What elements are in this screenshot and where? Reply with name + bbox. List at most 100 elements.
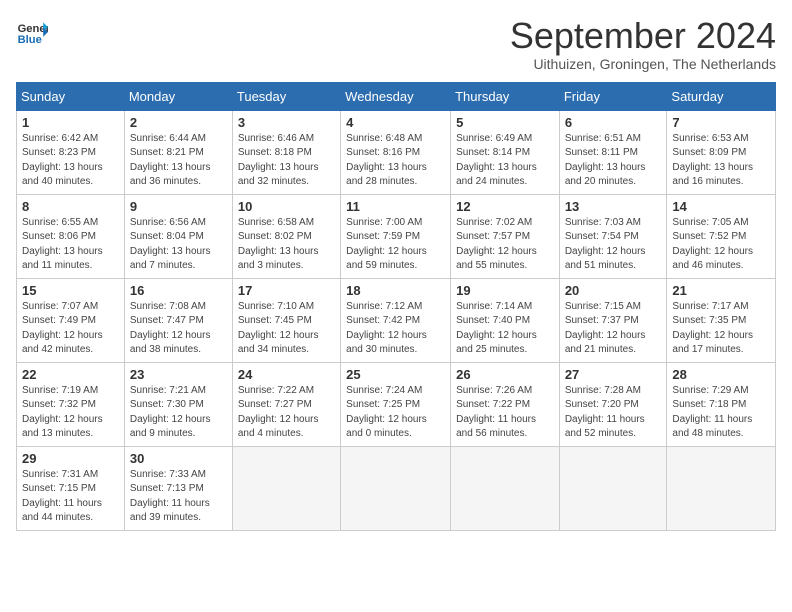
day-detail: Sunrise: 7:07 AMSunset: 7:49 PMDaylight:…: [22, 300, 119, 358]
calendar-cell: 22 Sunrise: 7:19 AMSunset: 7:32 PMDayligh…: [17, 362, 125, 446]
calendar-cell: 4 Sunrise: 6:48 AMSunset: 8:16 PMDaylight…: [341, 110, 451, 194]
column-header-friday: Friday: [559, 82, 667, 110]
day-number: 5: [456, 115, 554, 130]
day-detail: Sunrise: 7:26 AMSunset: 7:22 PMDaylight:…: [456, 384, 554, 442]
calendar-cell: 19Sunrise: 7:14 AMSunset: 7:40 PMDayligh…: [451, 278, 560, 362]
calendar-cell: [559, 446, 667, 530]
column-header-monday: Monday: [124, 82, 232, 110]
day-detail: Sunrise: 6:56 AMSunset: 8:04 PMDaylight:…: [130, 216, 227, 274]
calendar-cell: 5 Sunrise: 6:49 AMSunset: 8:14 PMDaylight…: [451, 110, 560, 194]
day-detail: Sunrise: 7:19 AMSunset: 7:32 PMDaylight:…: [22, 384, 119, 442]
calendar-cell: 11 Sunrise: 7:00 AMSunset: 7:59 PMDayligh…: [341, 194, 451, 278]
week-row-4: 22 Sunrise: 7:19 AMSunset: 7:32 PMDayligh…: [17, 362, 776, 446]
day-number: 29: [22, 451, 119, 466]
header: General Blue September 2024 Uithuizen, G…: [16, 16, 776, 72]
day-number: 12: [456, 199, 554, 214]
day-detail: Sunrise: 7:31 AMSunset: 7:15 PMDaylight:…: [22, 468, 119, 526]
calendar-cell: 8 Sunrise: 6:55 AMSunset: 8:06 PMDaylight…: [17, 194, 125, 278]
calendar-cell: 18 Sunrise: 7:12 AMSunset: 7:42 PMDayligh…: [341, 278, 451, 362]
day-number: 4: [346, 115, 445, 130]
day-detail: Sunrise: 7:21 AMSunset: 7:30 PMDaylight:…: [130, 384, 227, 442]
day-detail: Sunrise: 7:12 AMSunset: 7:42 PMDaylight:…: [346, 300, 445, 358]
calendar-cell: [232, 446, 340, 530]
day-number: 25: [346, 367, 445, 382]
calendar-cell: 30 Sunrise: 7:33 AMSunset: 7:13 PMDayligh…: [124, 446, 232, 530]
day-number: 23: [130, 367, 227, 382]
day-number: 6: [565, 115, 662, 130]
calendar-cell: 3 Sunrise: 6:46 AMSunset: 8:18 PMDaylight…: [232, 110, 340, 194]
calendar-cell: 1 Sunrise: 6:42 AMSunset: 8:23 PMDaylight…: [17, 110, 125, 194]
day-detail: Sunrise: 6:53 AMSunset: 8:09 PMDaylight:…: [672, 132, 770, 190]
calendar-cell: 20Sunrise: 7:15 AMSunset: 7:37 PMDayligh…: [559, 278, 667, 362]
day-detail: Sunrise: 6:51 AMSunset: 8:11 PMDaylight:…: [565, 132, 662, 190]
day-number: 18: [346, 283, 445, 298]
day-detail: Sunrise: 6:46 AMSunset: 8:18 PMDaylight:…: [238, 132, 335, 190]
calendar-cell: 9 Sunrise: 6:56 AMSunset: 8:04 PMDaylight…: [124, 194, 232, 278]
column-header-saturday: Saturday: [667, 82, 776, 110]
day-detail: Sunrise: 7:33 AMSunset: 7:13 PMDaylight:…: [130, 468, 227, 526]
calendar-cell: [451, 446, 560, 530]
day-number: 22: [22, 367, 119, 382]
calendar-cell: 6 Sunrise: 6:51 AMSunset: 8:11 PMDaylight…: [559, 110, 667, 194]
calendar-cell: 27 Sunrise: 7:28 AMSunset: 7:20 PMDayligh…: [559, 362, 667, 446]
day-detail: Sunrise: 7:17 AMSunset: 7:35 PMDaylight:…: [672, 300, 770, 358]
location-subtitle: Uithuizen, Groningen, The Netherlands: [510, 56, 776, 72]
week-row-3: 15 Sunrise: 7:07 AMSunset: 7:49 PMDayligh…: [17, 278, 776, 362]
day-number: 14: [672, 199, 770, 214]
day-number: 7: [672, 115, 770, 130]
week-row-1: 1 Sunrise: 6:42 AMSunset: 8:23 PMDaylight…: [17, 110, 776, 194]
column-header-sunday: Sunday: [17, 82, 125, 110]
column-header-wednesday: Wednesday: [341, 82, 451, 110]
calendar-cell: 14Sunrise: 7:05 AMSunset: 7:52 PMDayligh…: [667, 194, 776, 278]
calendar-cell: 24Sunrise: 7:22 AMSunset: 7:27 PMDayligh…: [232, 362, 340, 446]
week-row-2: 8 Sunrise: 6:55 AMSunset: 8:06 PMDaylight…: [17, 194, 776, 278]
day-detail: Sunrise: 6:58 AMSunset: 8:02 PMDaylight:…: [238, 216, 335, 274]
calendar-cell: 29 Sunrise: 7:31 AMSunset: 7:15 PMDayligh…: [17, 446, 125, 530]
day-number: 8: [22, 199, 119, 214]
day-number: 10: [238, 199, 335, 214]
calendar-cell: [667, 446, 776, 530]
calendar-cell: 25 Sunrise: 7:24 AMSunset: 7:25 PMDayligh…: [341, 362, 451, 446]
day-detail: Sunrise: 7:22 AMSunset: 7:27 PMDaylight:…: [238, 384, 335, 442]
day-detail: Sunrise: 6:55 AMSunset: 8:06 PMDaylight:…: [22, 216, 119, 274]
day-detail: Sunrise: 7:10 AMSunset: 7:45 PMDaylight:…: [238, 300, 335, 358]
day-number: 11: [346, 199, 445, 214]
title-area: September 2024 Uithuizen, Groningen, The…: [510, 16, 776, 72]
day-number: 30: [130, 451, 227, 466]
day-detail: Sunrise: 7:08 AMSunset: 7:47 PMDaylight:…: [130, 300, 227, 358]
day-number: 27: [565, 367, 662, 382]
days-header-row: SundayMondayTuesdayWednesdayThursdayFrid…: [17, 82, 776, 110]
calendar-cell: 2Sunrise: 6:44 AMSunset: 8:21 PMDaylight…: [124, 110, 232, 194]
day-detail: Sunrise: 7:28 AMSunset: 7:20 PMDaylight:…: [565, 384, 662, 442]
calendar-cell: 17 Sunrise: 7:10 AMSunset: 7:45 PMDayligh…: [232, 278, 340, 362]
day-detail: Sunrise: 7:24 AMSunset: 7:25 PMDaylight:…: [346, 384, 445, 442]
day-detail: Sunrise: 7:29 AMSunset: 7:18 PMDaylight:…: [672, 384, 770, 442]
calendar-cell: 23 Sunrise: 7:21 AMSunset: 7:30 PMDayligh…: [124, 362, 232, 446]
calendar-cell: 12 Sunrise: 7:02 AMSunset: 7:57 PMDayligh…: [451, 194, 560, 278]
month-year-title: September 2024: [510, 16, 776, 56]
day-detail: Sunrise: 7:15 AMSunset: 7:37 PMDaylight:…: [565, 300, 662, 358]
calendar-cell: 26Sunrise: 7:26 AMSunset: 7:22 PMDayligh…: [451, 362, 560, 446]
day-detail: Sunrise: 6:48 AMSunset: 8:16 PMDaylight:…: [346, 132, 445, 190]
day-number: 1: [22, 115, 119, 130]
calendar-cell: 15 Sunrise: 7:07 AMSunset: 7:49 PMDayligh…: [17, 278, 125, 362]
calendar-cell: 28Sunrise: 7:29 AMSunset: 7:18 PMDayligh…: [667, 362, 776, 446]
day-number: 17: [238, 283, 335, 298]
day-detail: Sunrise: 7:02 AMSunset: 7:57 PMDaylight:…: [456, 216, 554, 274]
day-detail: Sunrise: 6:49 AMSunset: 8:14 PMDaylight:…: [456, 132, 554, 190]
calendar-cell: 13Sunrise: 7:03 AMSunset: 7:54 PMDayligh…: [559, 194, 667, 278]
day-number: 9: [130, 199, 227, 214]
day-detail: Sunrise: 6:42 AMSunset: 8:23 PMDaylight:…: [22, 132, 119, 190]
day-detail: Sunrise: 7:00 AMSunset: 7:59 PMDaylight:…: [346, 216, 445, 274]
day-detail: Sunrise: 7:14 AMSunset: 7:40 PMDaylight:…: [456, 300, 554, 358]
calendar-table: SundayMondayTuesdayWednesdayThursdayFrid…: [16, 82, 776, 531]
day-detail: Sunrise: 6:44 AMSunset: 8:21 PMDaylight:…: [130, 132, 227, 190]
logo-icon: General Blue: [16, 16, 48, 48]
logo: General Blue: [16, 16, 48, 48]
day-number: 3: [238, 115, 335, 130]
day-number: 21: [672, 283, 770, 298]
day-detail: Sunrise: 7:03 AMSunset: 7:54 PMDaylight:…: [565, 216, 662, 274]
calendar-cell: 21 Sunrise: 7:17 AMSunset: 7:35 PMDayligh…: [667, 278, 776, 362]
svg-text:Blue: Blue: [18, 34, 42, 46]
day-number: 15: [22, 283, 119, 298]
